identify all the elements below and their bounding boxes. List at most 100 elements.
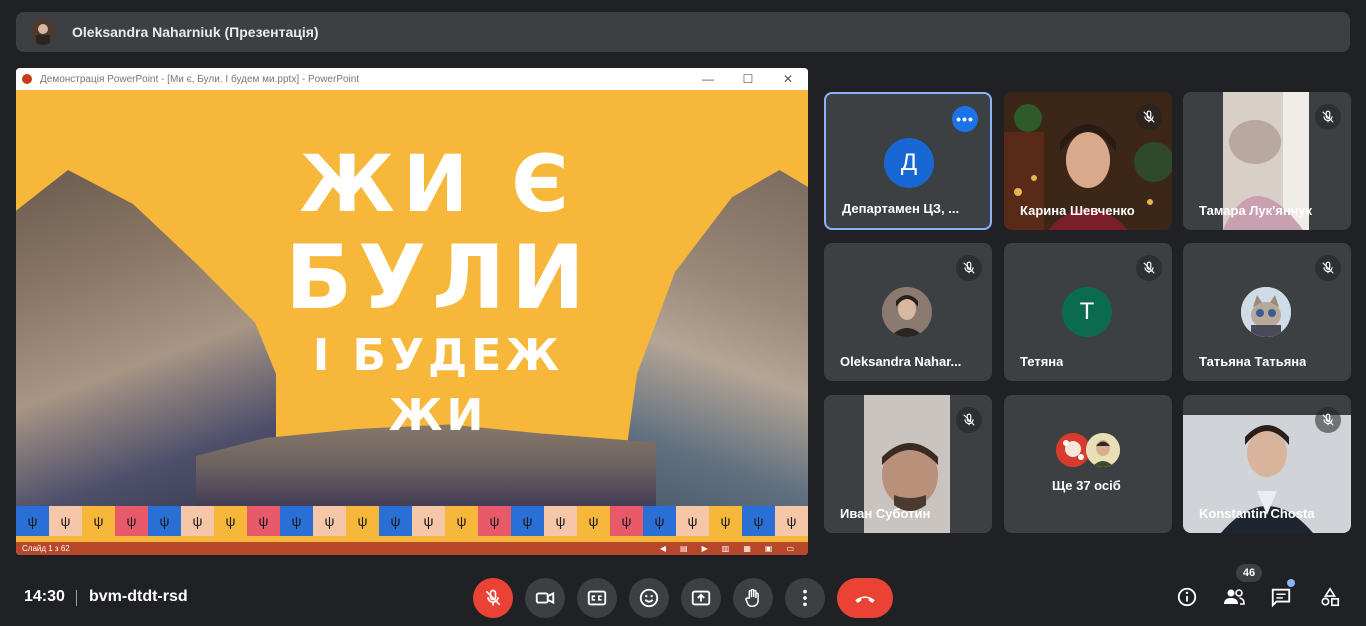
trident-flag-strip: ψψψψψψψψψψψψψψψψψψψψψψψψ [16, 506, 808, 536]
slideshow-view-icon: ▭ [786, 544, 794, 553]
trident-icon: ψ [412, 506, 445, 536]
microphone-toggle-button[interactable] [473, 578, 513, 618]
participant-tile-1[interactable]: Д ••• Департамен ЦЗ, ... [824, 92, 992, 230]
participant-name: Департамен ЦЗ, ... [842, 201, 960, 216]
present-icon [691, 590, 711, 606]
more-options-button[interactable] [785, 578, 825, 618]
trident-icon: ψ [49, 506, 82, 536]
trident-icon: ψ [214, 506, 247, 536]
chat-notification-dot [1287, 579, 1295, 587]
participant-avatar: Д [884, 138, 934, 188]
captions-icon [587, 590, 607, 606]
participant-avatar-small [1056, 433, 1090, 467]
slide-counter: Слайд 1 з 62 [22, 544, 70, 553]
participant-avatar-small [1086, 433, 1120, 467]
trident-icon: ψ [115, 506, 148, 536]
reading-view-icon: ▣ [764, 544, 773, 553]
hangup-icon [855, 596, 875, 603]
trident-icon: ψ [247, 506, 280, 536]
powerpoint-titlebar: Демонстрація PowerPoint - [Ми є, Були. І… [16, 68, 808, 90]
trident-icon: ψ [379, 506, 412, 536]
slideshow-statusbar: Слайд 1 з 62 ◀ ▤ ▶ ▥ ▦ ▣ ▭ [16, 542, 808, 555]
next-slide-icon: ▶ [701, 544, 708, 553]
reactions-button[interactable] [629, 578, 669, 618]
participant-tile-3[interactable]: Тамара Лук'янчук [1183, 92, 1351, 230]
trident-icon: ψ [181, 506, 214, 536]
trident-icon: ψ [709, 506, 742, 536]
maximize-icon: ☐ [742, 72, 754, 86]
mic-off-icon [1315, 104, 1341, 130]
activities-icon [1321, 587, 1340, 607]
trident-icon: ψ [346, 506, 379, 536]
mic-off-icon [485, 589, 501, 606]
participant-avatar [1241, 287, 1291, 337]
participant-tile-9[interactable]: Konstantin Chosta [1183, 395, 1351, 533]
participant-avatar: Т [1062, 287, 1112, 337]
participant-count-badge: 46 [1236, 564, 1262, 582]
slide: ЖИ Є БУЛИ І БУДЕЖ ЖИ ψψψψψψψψψψψψψψψψψψψ… [16, 90, 808, 542]
trident-icon: ψ [148, 506, 181, 536]
participant-tile-4[interactable]: Oleksandra Nahar... [824, 243, 992, 381]
presenter-bar: Oleksandra Naharniuk (Презентація) [16, 12, 1350, 52]
trident-icon: ψ [610, 506, 643, 536]
participant-tile-2[interactable]: Карина Шевченко [1004, 92, 1172, 230]
prev-slide-icon: ◀ [659, 544, 667, 553]
mic-off-icon [1136, 104, 1162, 130]
minimize-icon: — [702, 72, 714, 86]
slide-line-2: БУЛИ [285, 226, 591, 329]
trident-icon: ψ [445, 506, 478, 536]
participant-tile-6[interactable]: Татьяна Татьяна [1183, 243, 1351, 381]
camera-toggle-button[interactable] [525, 578, 565, 618]
chat-button[interactable] [1268, 584, 1294, 610]
captions-button[interactable] [577, 578, 617, 618]
mic-off-icon [1315, 407, 1341, 433]
meeting-time: 14:30 [24, 588, 65, 605]
info-icon [1177, 587, 1197, 607]
normal-view-icon: ▥ [721, 544, 730, 553]
more-participants-label: Ще 37 осіб [1052, 478, 1121, 493]
trident-icon: ψ [478, 506, 511, 536]
people-icon [1224, 589, 1245, 605]
people-button[interactable] [1221, 584, 1247, 610]
powerpoint-icon [22, 74, 32, 84]
meeting-details-button[interactable] [1174, 584, 1200, 610]
participant-name: Oleksandra Nahar... [840, 354, 962, 369]
slide-line-1: ЖИ Є [299, 140, 577, 230]
participant-name: Тамара Лук'янчук [1199, 203, 1312, 218]
close-icon: ✕ [782, 72, 794, 86]
slide-line-3: І БУДЕЖ ЖИ [312, 330, 564, 441]
participant-name: Тетяна [1020, 354, 1064, 369]
mic-off-icon [956, 255, 982, 281]
mic-off-icon [956, 407, 982, 433]
camera-icon [535, 591, 555, 605]
trident-icon: ψ [742, 506, 775, 536]
presentation-screen: Демонстрація PowerPoint - [Ми є, Були. І… [16, 68, 808, 555]
more-options-button[interactable]: ••• [952, 106, 978, 132]
participant-tile-5[interactable]: Т Тетяна [1004, 243, 1172, 381]
meeting-code: bvm-dtdt-rsd [89, 588, 188, 605]
trident-icon: ψ [544, 506, 577, 536]
slide-menu-icon: ▤ [680, 544, 688, 553]
trident-icon: ψ [280, 506, 313, 536]
trident-icon: ψ [676, 506, 709, 536]
slide-headline: ЖИ Є БУЛИ І БУДЕЖ ЖИ [278, 140, 598, 446]
activities-button[interactable] [1317, 584, 1343, 610]
mic-off-icon [1136, 255, 1162, 281]
participant-name: Konstantin Chosta [1199, 506, 1315, 521]
trident-icon: ψ [82, 506, 115, 536]
participant-tile-7[interactable]: Иван Суботин [824, 395, 992, 533]
more-participants-tile[interactable]: Ще 37 осіб [1004, 395, 1172, 533]
trident-icon: ψ [577, 506, 610, 536]
participant-name: Иван Суботин [840, 506, 931, 521]
participant-avatar [882, 287, 932, 337]
hand-icon [745, 588, 759, 607]
leave-call-button[interactable] [837, 578, 893, 618]
raise-hand-button[interactable] [733, 578, 773, 618]
sorter-view-icon: ▦ [743, 544, 751, 553]
chat-icon [1271, 588, 1291, 608]
present-screen-button[interactable] [681, 578, 721, 618]
trident-icon: ψ [643, 506, 676, 536]
participant-name: Татьяна Татьяна [1199, 354, 1307, 369]
trident-icon: ψ [775, 506, 808, 536]
window-title: Демонстрація PowerPoint - [Ми є, Були. І… [40, 73, 360, 85]
